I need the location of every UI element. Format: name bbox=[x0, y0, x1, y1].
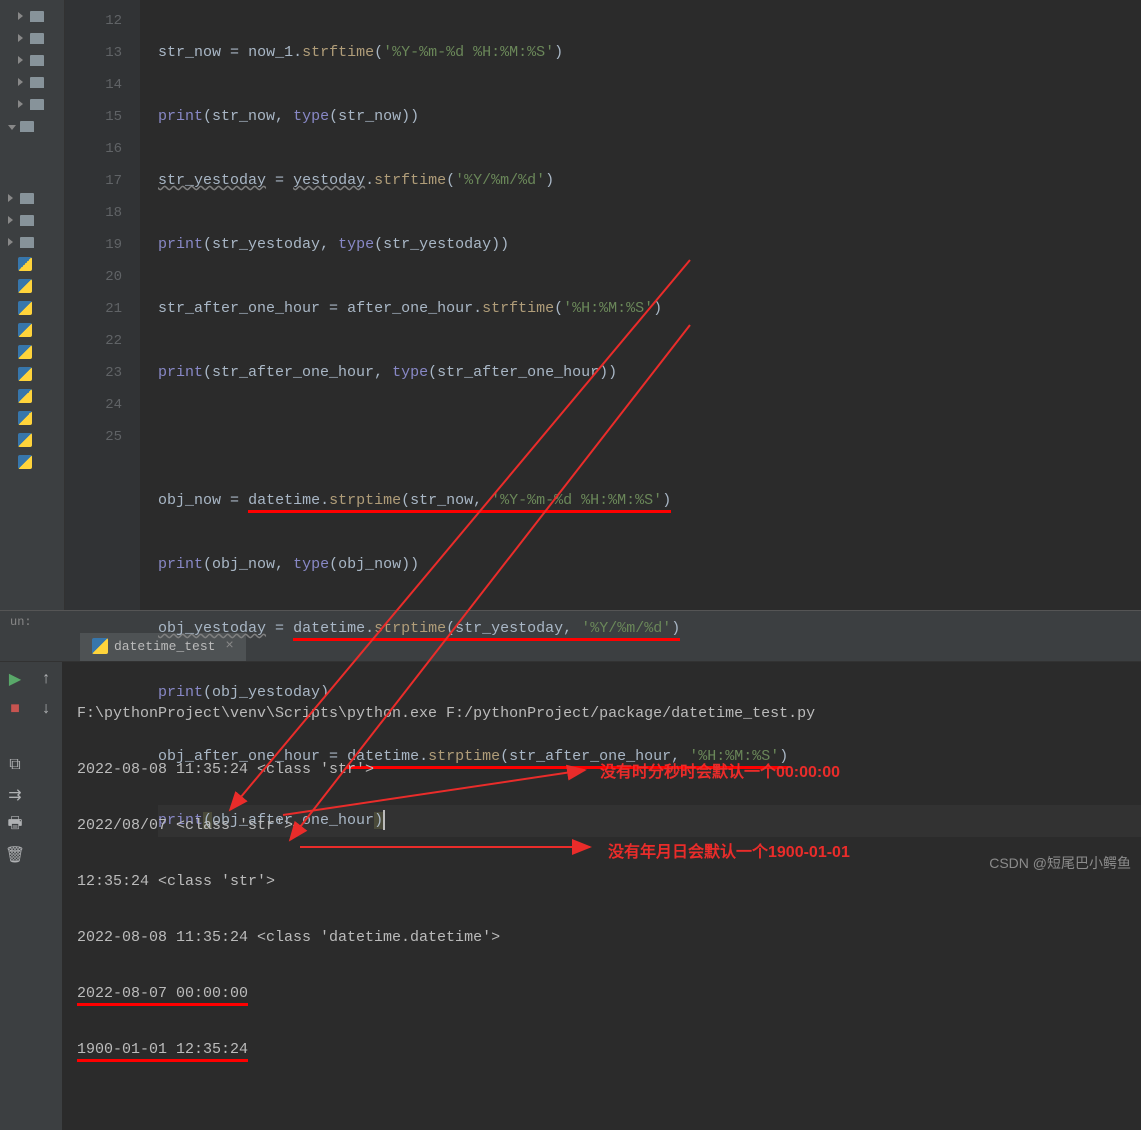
python-file-icon bbox=[18, 411, 32, 425]
tree-item[interactable] bbox=[0, 341, 64, 363]
tree-item[interactable] bbox=[0, 49, 64, 71]
folder-icon bbox=[30, 99, 44, 110]
project-tree[interactable] bbox=[0, 0, 65, 610]
annotation-text: 没有年月日会默认一个1900-01-01 bbox=[608, 838, 850, 862]
python-file-icon bbox=[18, 389, 32, 403]
line-number-gutter: 12 13 14 15 16 17 18 19 20 21 22 23 24 2… bbox=[65, 0, 140, 610]
tree-item[interactable] bbox=[0, 231, 64, 253]
tree-item[interactable] bbox=[0, 209, 64, 231]
print-icon[interactable]: 🖶 bbox=[6, 816, 24, 834]
chevron-right-icon bbox=[18, 12, 26, 20]
line-number: 23 bbox=[65, 357, 122, 389]
editor-area: 12 13 14 15 16 17 18 19 20 21 22 23 24 2… bbox=[0, 0, 1141, 610]
line-number: 13 bbox=[65, 37, 122, 69]
folder-icon bbox=[20, 193, 34, 204]
output-line: 12:35:24 <class 'str'> bbox=[77, 868, 1126, 896]
tree-item[interactable] bbox=[0, 275, 64, 297]
line-number: 24 bbox=[65, 389, 122, 421]
output-line: 2022-08-07 00:00:00 bbox=[77, 980, 1126, 1008]
tree-item[interactable] bbox=[0, 297, 64, 319]
chevron-right-icon bbox=[18, 34, 26, 42]
up-arrow-icon[interactable]: ↑ bbox=[37, 670, 55, 688]
down-arrow-icon[interactable]: ↓ bbox=[37, 700, 55, 718]
expand-icon[interactable]: ⇉ bbox=[6, 786, 24, 804]
folder-icon bbox=[20, 215, 34, 226]
line-number: 21 bbox=[65, 293, 122, 325]
folder-icon bbox=[30, 77, 44, 88]
annotation-text: 没有时分秒时会默认一个00:00:00 bbox=[600, 758, 840, 782]
line-number: 18 bbox=[65, 197, 122, 229]
line-number: 15 bbox=[65, 101, 122, 133]
tree-item[interactable] bbox=[0, 363, 64, 385]
tree-item[interactable] bbox=[0, 407, 64, 429]
stop-icon[interactable]: ■ bbox=[6, 700, 24, 718]
python-file-icon bbox=[18, 301, 32, 315]
folder-icon bbox=[30, 55, 44, 66]
chevron-right-icon bbox=[18, 56, 26, 64]
tree-item[interactable] bbox=[0, 429, 64, 451]
python-file-icon bbox=[18, 345, 32, 359]
output-line: 2022/08/07 <class 'str'> bbox=[77, 812, 1126, 840]
chevron-right-icon bbox=[8, 238, 16, 246]
trash-icon[interactable]: 🗑 bbox=[6, 846, 24, 864]
python-file-icon bbox=[18, 279, 32, 293]
output-line: 1900-01-01 12:35:24 bbox=[77, 1036, 1126, 1064]
console-output[interactable]: F:\pythonProject\venv\Scripts\python.exe… bbox=[62, 662, 1141, 1130]
folder-icon bbox=[20, 121, 34, 132]
chevron-right-icon bbox=[8, 194, 16, 202]
python-file-icon bbox=[92, 638, 108, 654]
line-number: 25 bbox=[65, 421, 122, 453]
run-toolbar-left: ▶ ■ ⧉ ⇉ 🖶 🗑 bbox=[0, 662, 30, 1130]
output-line: 2022-08-08 11:35:24 <class 'datetime.dat… bbox=[77, 924, 1126, 952]
folder-icon bbox=[20, 237, 34, 248]
tree-item[interactable] bbox=[0, 451, 64, 473]
tree-item[interactable] bbox=[0, 93, 64, 115]
chevron-right-icon bbox=[18, 100, 26, 108]
line-number: 22 bbox=[65, 325, 122, 357]
tree-item[interactable] bbox=[0, 5, 64, 27]
line-number: 12 bbox=[65, 5, 122, 37]
python-file-icon bbox=[18, 433, 32, 447]
code-editor[interactable]: str_now = now_1.strftime('%Y-%m-%d %H:%M… bbox=[140, 0, 1141, 610]
line-number: 14 bbox=[65, 69, 122, 101]
tree-item[interactable] bbox=[0, 115, 64, 137]
python-file-icon bbox=[18, 257, 32, 271]
chevron-right-icon bbox=[18, 78, 26, 86]
chevron-down-icon bbox=[8, 122, 16, 130]
line-number: 17 bbox=[65, 165, 122, 197]
tree-item[interactable] bbox=[0, 385, 64, 407]
python-file-icon bbox=[18, 323, 32, 337]
layout-icon[interactable]: ⧉ bbox=[6, 756, 24, 774]
chevron-right-icon bbox=[8, 216, 16, 224]
watermark: CSDN @短尾巴小鳄鱼 bbox=[989, 853, 1131, 873]
line-number: 16 bbox=[65, 133, 122, 165]
rerun-icon[interactable]: ▶ bbox=[6, 670, 24, 688]
line-number: 20 bbox=[65, 261, 122, 293]
tree-item[interactable] bbox=[0, 253, 64, 275]
tree-item[interactable] bbox=[0, 187, 64, 209]
run-toolbar-right: ↑ ↓ bbox=[30, 662, 62, 1130]
console-area: ▶ ■ ⧉ ⇉ 🖶 🗑 ↑ ↓ F:\pythonProject\venv\Sc… bbox=[0, 662, 1141, 1130]
output-line: F:\pythonProject\venv\Scripts\python.exe… bbox=[77, 700, 1126, 728]
folder-icon bbox=[30, 11, 44, 22]
tree-item[interactable] bbox=[0, 27, 64, 49]
python-file-icon bbox=[18, 367, 32, 381]
python-file-icon bbox=[18, 455, 32, 469]
folder-icon bbox=[30, 33, 44, 44]
tree-item[interactable] bbox=[0, 71, 64, 93]
line-number: 19 bbox=[65, 229, 122, 261]
tree-item[interactable] bbox=[0, 319, 64, 341]
